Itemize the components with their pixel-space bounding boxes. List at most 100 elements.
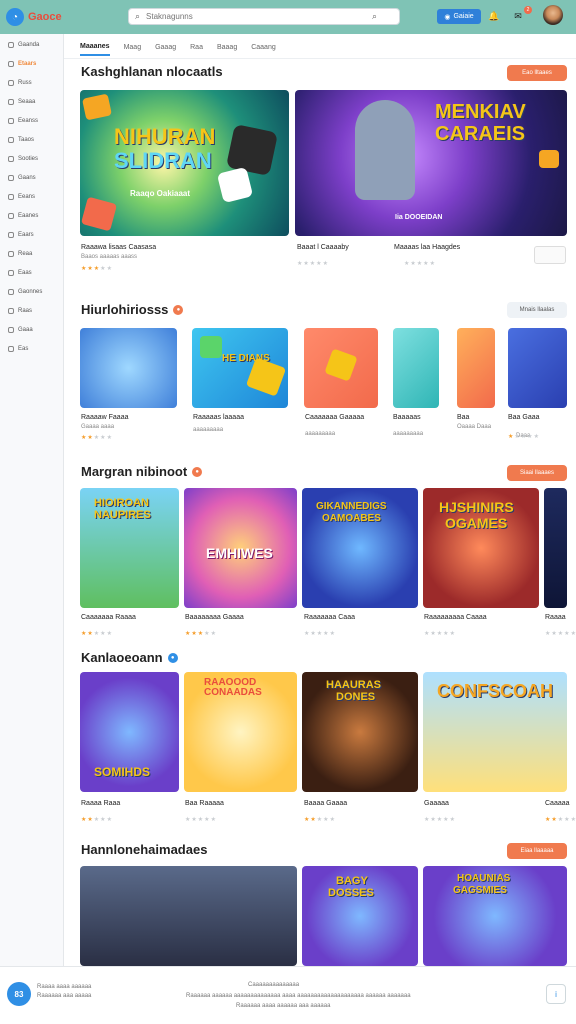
tab-0[interactable]: Maaanes (80, 41, 110, 56)
section-title-featured: Kashghlanan nlocaatls (81, 64, 223, 79)
banner-title-line1: SOMIHDS (94, 765, 151, 779)
sidebar-item[interactable]: Gaans (8, 175, 36, 181)
nav-icon (8, 346, 14, 352)
more-card-2-image[interactable]: BAGY DOSSES (302, 866, 418, 966)
card-title[interactable]: Raaaaas laaaaa (193, 414, 244, 421)
cube-icon (539, 150, 559, 168)
section-1-view-all-button[interactable]: Eao lltaaes (507, 65, 567, 81)
sidebar-item[interactable]: Etaars (8, 61, 36, 67)
card-title[interactable]: Baa Gaaa (508, 414, 540, 421)
tab-divider (64, 58, 576, 59)
banner-title-line2: SLIDRAN (114, 148, 212, 173)
sidebar-item[interactable]: Gaaa (8, 327, 33, 333)
section-title-text: Kanlaoeoann (81, 650, 163, 665)
tab-1[interactable]: Maag (124, 42, 142, 55)
card-title[interactable]: Raaaaaaaaa Caaaa (424, 614, 487, 621)
card-title[interactable]: Raaaa Raaa (81, 800, 120, 807)
rating-stars: ★★★★★ (81, 630, 113, 637)
popular-card-1-image[interactable] (80, 328, 177, 408)
notification-bell-icon[interactable]: 🔔 (488, 9, 500, 23)
sidebar-item[interactable]: Eaars (8, 232, 34, 238)
section-5-view-all-button[interactable]: Eiaa llaaaaa (507, 843, 567, 859)
card-title[interactable]: Baaaaas (393, 414, 421, 421)
card-title[interactable]: Raaaaw Faaaa (81, 414, 128, 421)
sidebar-item[interactable]: Eeans (8, 194, 35, 200)
rating-stars: ★★★★★ (81, 265, 113, 272)
banner-title-line2: DOSSES (328, 887, 374, 899)
rating-stars: ★★★★★ (81, 434, 113, 441)
card-title[interactable]: Baa Raaaaa (185, 800, 224, 807)
sidebar-item[interactable]: Raas (8, 308, 32, 314)
banner-title-line1: BAGY (336, 875, 368, 887)
rec-card-4-image[interactable]: CONFSCOAH (423, 672, 567, 792)
sidebar-item-label: Taaos (18, 137, 35, 143)
new-card-1-image[interactable]: HIOIROAN NAUPIRES (80, 488, 179, 608)
popular-card-6-image[interactable] (508, 328, 567, 408)
sidebar-item[interactable]: Taaos (8, 137, 34, 143)
tab-4[interactable]: Baaag (217, 42, 237, 55)
card-title[interactable]: Baa (457, 414, 469, 421)
sidebar-item[interactable]: Gaanda (8, 42, 39, 48)
popular-card-4-image[interactable] (393, 328, 439, 408)
card-title[interactable]: Caaaaaaa Raaaa (81, 614, 136, 621)
card-title[interactable]: Caaaaa (545, 800, 570, 807)
card-title[interactable]: Raaaaaaa Caaa (304, 614, 355, 621)
card-title[interactable]: Baaaa Gaaaa (304, 800, 347, 807)
popular-card-5-image[interactable] (457, 328, 495, 408)
sidebar-item[interactable]: Eeanss (8, 118, 38, 124)
tab-2[interactable]: Gaaag (155, 42, 176, 55)
rating-stars: ★★★★★ (424, 630, 456, 637)
sidebar-item[interactable]: Gaonnes (8, 289, 42, 295)
new-card-4-image[interactable]: HJSHINIRS OGAMES (423, 488, 539, 608)
user-avatar[interactable] (543, 5, 563, 25)
sidebar-item[interactable]: Eaas (8, 270, 32, 276)
search-box[interactable]: ⌕ ⌕ (128, 8, 400, 25)
card-title[interactable]: Caaaaaaa Gaaaaa (305, 414, 364, 421)
star-icon: ★ (210, 817, 217, 823)
sidebar-item[interactable]: Reaa (8, 251, 32, 257)
nav-icon (8, 270, 14, 276)
featured-card-2-image[interactable]: MENKIAV CARAEIS Iia DOOEIDAN (295, 90, 567, 236)
rec-card-2-image[interactable]: RAAOOOD CONAADAS (184, 672, 297, 792)
chat-fab-button[interactable]: 83 (7, 982, 31, 1006)
section-3-view-all-button[interactable]: Siaai llaaaes (507, 465, 567, 481)
more-card-1-image[interactable] (80, 866, 297, 966)
nav-icon (8, 80, 14, 86)
star-icon: ★ (106, 435, 113, 441)
card-title[interactable]: Maaaas laa Haagdes (394, 244, 460, 251)
sidebar-item-label: Gaaa (18, 327, 33, 333)
tab-5[interactable]: Caaang (251, 42, 276, 55)
sidebar-item[interactable]: Sooties (8, 156, 38, 162)
new-card-3-image[interactable]: GIKANNEDIGS OAMOABES (302, 488, 418, 608)
card-title[interactable]: Raaawa lisaas Caasasa (81, 244, 156, 251)
footer-left-line1: Raaaa aaaa aaaaaa (37, 984, 92, 990)
info-icon[interactable]: i (546, 984, 566, 1004)
popular-card-3-image[interactable] (304, 328, 378, 408)
more-card-3-image[interactable]: HOAUNIAS GAGSMIES (423, 866, 567, 966)
popular-card-2-image[interactable]: HE DIANS (192, 328, 288, 408)
card-title[interactable]: Gaaaaa (424, 800, 449, 807)
featured-card-1-image[interactable]: NIHURAN SLIDRAN Raaqo Oakiaaat (80, 90, 289, 236)
card-title[interactable]: Baaaaaaaa Gaaaa (185, 614, 244, 621)
sidebar-item[interactable]: Seaaa (8, 99, 35, 105)
card-title[interactable]: Raaaa (545, 614, 566, 621)
new-card-2-image[interactable]: EMHIWES (184, 488, 297, 608)
search-input[interactable] (146, 12, 367, 21)
new-card-5-image[interactable] (544, 488, 567, 608)
sidebar-item[interactable]: Russ (8, 80, 32, 86)
sign-in-button[interactable]: ◉ Gaiaie (437, 9, 481, 24)
search-submit-icon[interactable]: ⌕ (372, 12, 377, 21)
banner-caption: Raaqo Oakiaaat (130, 189, 191, 198)
nav-icon (8, 308, 14, 314)
tab-3[interactable]: Raa (190, 42, 203, 55)
card-title[interactable]: Baaat l Caaaaby (297, 244, 349, 251)
app-logo[interactable]: ◔ Gaoce (6, 8, 62, 26)
sidebar-item[interactable]: Eaanes (8, 213, 38, 219)
rec-card-1-image[interactable]: SOMIHDS (80, 672, 179, 792)
sidebar-item[interactable]: Eas (8, 346, 28, 352)
rec-card-3-image[interactable]: HAAURAS DONES (302, 672, 418, 792)
chart-thumbnail[interactable] (534, 246, 566, 264)
section-2-view-all-button[interactable]: Mnais llaalas (507, 302, 567, 318)
sidebar-item-label: Reaa (18, 251, 33, 257)
sidebar-item-label: Etaars (18, 61, 37, 67)
